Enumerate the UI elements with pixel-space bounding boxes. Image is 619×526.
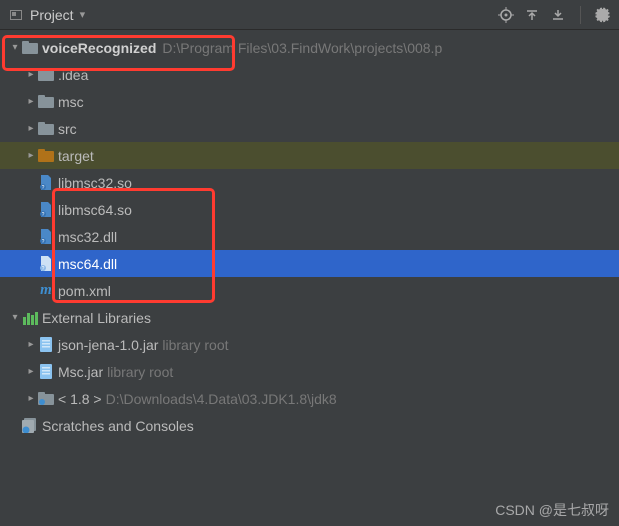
dropdown-icon[interactable]: ▾ xyxy=(80,8,86,21)
folder-icon xyxy=(38,94,54,110)
file-icon: ? xyxy=(38,175,54,191)
tree-file[interactable]: ▸ ? libmsc32.so xyxy=(0,169,619,196)
external-libraries[interactable]: ▾ External Libraries xyxy=(0,304,619,331)
jar-label: Msc.jar xyxy=(58,364,103,380)
chevron-down-icon[interactable]: ▾ xyxy=(8,312,22,323)
chevron-right-icon[interactable]: ▸ xyxy=(24,339,38,350)
collapse-icon[interactable] xyxy=(550,7,566,23)
library-item[interactable]: ▸ json-jena-1.0.jar library root xyxy=(0,331,619,358)
maven-icon: m xyxy=(38,283,54,299)
toolbar: Project ▾ xyxy=(0,0,619,30)
folder-label: msc xyxy=(58,94,84,110)
file-icon: ? xyxy=(38,256,54,272)
project-root[interactable]: ▾ voiceRecognized D:\Program Files\03.Fi… xyxy=(0,34,619,61)
folder-icon xyxy=(38,67,54,83)
root-path: D:\Program Files\03.FindWork\projects\00… xyxy=(162,40,442,56)
jdk-item[interactable]: ▸ < 1.8 > D:\Downloads\4.Data\03.JDK1.8\… xyxy=(0,385,619,412)
watermark: CSDN @是七叔呀 xyxy=(495,500,609,520)
chevron-right-icon[interactable]: ▸ xyxy=(24,123,38,134)
svg-text:?: ? xyxy=(42,212,45,217)
folder-label: src xyxy=(58,121,77,137)
jar-icon xyxy=(38,337,54,353)
jdk-label: < 1.8 > xyxy=(58,391,102,407)
chevron-right-icon[interactable]: ▸ xyxy=(24,69,38,80)
folder-icon xyxy=(38,121,54,137)
file-label: libmsc32.so xyxy=(58,175,132,191)
folder-icon xyxy=(38,148,54,164)
folder-icon xyxy=(22,40,38,56)
tree-folder-src[interactable]: ▸ src xyxy=(0,115,619,142)
jar-suffix: library root xyxy=(107,364,173,380)
tree-folder-msc[interactable]: ▸ msc xyxy=(0,88,619,115)
expand-icon[interactable] xyxy=(524,7,540,23)
chevron-right-icon[interactable]: ▸ xyxy=(24,96,38,107)
file-icon: ? xyxy=(38,229,54,245)
tree-file-pom[interactable]: ▸ m pom.xml xyxy=(0,277,619,304)
svg-text:?: ? xyxy=(42,266,45,271)
svg-text:?: ? xyxy=(42,185,45,190)
file-icon: ? xyxy=(38,202,54,218)
scratches-icon xyxy=(22,418,38,434)
tree-file[interactable]: ▸ ? libmsc64.so xyxy=(0,196,619,223)
scratches-label: Scratches and Consoles xyxy=(42,418,194,434)
libraries-icon xyxy=(22,311,38,325)
tree-folder-idea[interactable]: ▸ .idea xyxy=(0,61,619,88)
scratches[interactable]: Scratches and Consoles xyxy=(0,412,619,439)
gear-icon[interactable] xyxy=(595,7,611,23)
library-item[interactable]: ▸ Msc.jar library root xyxy=(0,358,619,385)
project-view-icon xyxy=(8,7,24,23)
chevron-down-icon[interactable]: ▾ xyxy=(8,42,22,53)
file-label: msc64.dll xyxy=(58,256,117,272)
jar-suffix: library root xyxy=(162,337,228,353)
tree-folder-target[interactable]: ▸ target xyxy=(0,142,619,169)
chevron-right-icon[interactable]: ▸ xyxy=(24,150,38,161)
folder-label: .idea xyxy=(58,67,88,83)
toolbar-title[interactable]: Project xyxy=(30,7,74,23)
external-label: External Libraries xyxy=(42,310,151,326)
tree-file-selected[interactable]: ▸ ? msc64.dll xyxy=(0,250,619,277)
jar-icon xyxy=(38,364,54,380)
folder-icon xyxy=(38,391,54,407)
file-label: msc32.dll xyxy=(58,229,117,245)
file-label: pom.xml xyxy=(58,283,111,299)
jar-label: json-jena-1.0.jar xyxy=(58,337,158,353)
chevron-right-icon[interactable]: ▸ xyxy=(24,393,38,404)
file-label: libmsc64.so xyxy=(58,202,132,218)
locate-icon[interactable] xyxy=(498,7,514,23)
folder-label: target xyxy=(58,148,94,164)
divider xyxy=(580,6,581,24)
project-tree: ▾ voiceRecognized D:\Program Files\03.Fi… xyxy=(0,30,619,443)
root-name: voiceRecognized xyxy=(42,40,156,56)
chevron-right-icon[interactable]: ▸ xyxy=(24,366,38,377)
jdk-path: D:\Downloads\4.Data\03.JDK1.8\jdk8 xyxy=(106,391,337,407)
svg-text:?: ? xyxy=(42,239,45,244)
tree-file[interactable]: ▸ ? msc32.dll xyxy=(0,223,619,250)
